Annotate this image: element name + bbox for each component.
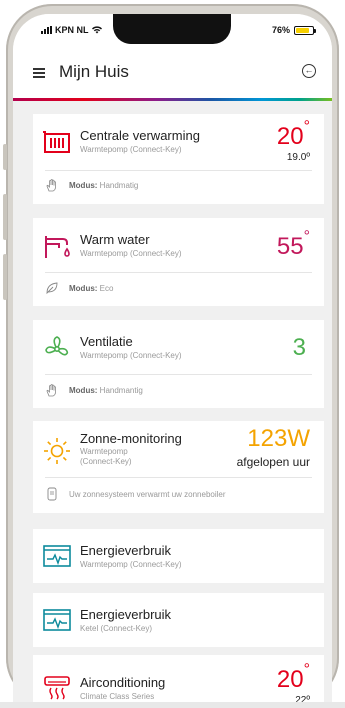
setpoint-temperature: 19.0º <box>286 152 310 163</box>
degree-unit: ° <box>303 118 310 135</box>
info-row: Uw zonnesysteem verwarmt uw zonneboiler <box>45 487 226 501</box>
card-airconditioning[interactable]: Airconditioning Climate Class Series 20°… <box>33 655 324 704</box>
radiator-icon <box>43 131 70 153</box>
degree-unit: ° <box>303 661 310 678</box>
card-subtitle: Warmtepomp (Connect-Key) <box>80 351 182 360</box>
aircon-icon <box>44 676 70 700</box>
solar-period-label: afgelopen uur <box>236 455 310 469</box>
status-left: KPN NL <box>41 25 102 35</box>
mode-label: Modus: <box>69 385 98 395</box>
phone-screen: KPN NL 76% Mijn Huis ← Centrale verwarmi… <box>13 14 332 704</box>
card-energy-boiler[interactable]: Energieverbruik Ketel (Connect-Key) <box>33 593 324 647</box>
status-right: 76% <box>271 25 316 35</box>
card-divider <box>45 477 312 478</box>
card-hot-water[interactable]: Warm water Warmtepomp (Connect-Key) 55° … <box>33 218 324 306</box>
app-bar: Mijn Huis ← <box>13 50 332 98</box>
mode-value: Eco <box>99 283 114 293</box>
current-temperature: 20° <box>276 118 310 151</box>
water-temperature: 55° <box>276 228 310 261</box>
card-subtitle: Warmtepomp (Connect-Key) <box>80 560 182 569</box>
faucet-icon <box>45 236 70 258</box>
card-divider <box>45 170 312 171</box>
leaf-icon <box>46 282 58 295</box>
solar-info-text: Uw zonnesysteem verwarmt uw zonneboiler <box>69 489 226 499</box>
card-divider <box>45 374 312 375</box>
card-subtitle: Ketel (Connect-Key) <box>80 624 153 633</box>
battery-percent: 76% <box>271 25 290 35</box>
card-subtitle-line-2: (Connect-Key) <box>80 457 132 466</box>
card-title: Centrale verwarming <box>80 128 200 143</box>
mode-row: Modus: Eco <box>45 281 113 295</box>
card-solar-monitoring[interactable]: Zonne-monitoring Warmtepomp (Connect-Key… <box>33 421 324 513</box>
wifi-icon <box>91 26 102 34</box>
card-title: Zonne-monitoring <box>80 431 182 446</box>
card-central-heating[interactable]: Centrale verwarming Warmtepomp (Connect-… <box>33 114 324 204</box>
temperature-value: 20 <box>276 666 304 693</box>
card-subtitle: Warmtepomp (Connect-Key) <box>80 145 182 154</box>
hand-icon <box>46 384 56 397</box>
energy-monitor-icon <box>43 609 71 631</box>
volume-up-button <box>3 194 7 240</box>
volume-down-button <box>3 254 7 300</box>
notch <box>113 14 231 44</box>
carrier-name: KPN NL <box>55 25 89 35</box>
mode-row: Modus: Handmantig <box>45 383 143 397</box>
mute-switch <box>3 144 7 170</box>
card-title: Ventilatie <box>80 334 133 349</box>
signal-icon <box>41 26 52 34</box>
card-subtitle-line-1: Warmtepomp <box>80 447 128 456</box>
mode-label: Modus: <box>69 180 98 190</box>
energy-monitor-icon <box>43 545 71 567</box>
boiler-icon <box>47 487 57 501</box>
battery-icon <box>294 25 316 35</box>
card-title: Warm water <box>80 232 150 247</box>
card-title: Energieverbruik <box>80 607 172 622</box>
ventilation-level: 3 <box>292 334 306 361</box>
card-title: Airconditioning <box>80 675 166 690</box>
temperature-value: 20 <box>276 123 304 150</box>
sun-icon <box>44 438 70 464</box>
current-temperature: 20° <box>276 661 310 694</box>
brand-supergraphic <box>13 98 332 101</box>
page-title: Mijn Huis <box>59 62 129 81</box>
solar-power-value: 123W <box>247 425 310 452</box>
fan-icon <box>45 336 69 356</box>
hamburger-menu-icon[interactable] <box>33 68 45 78</box>
card-subtitle: Warmtepomp (Connect-Key) <box>80 249 182 258</box>
card-divider <box>45 272 312 273</box>
temperature-value: 55 <box>276 233 304 260</box>
card-ventilation[interactable]: Ventilatie Warmtepomp (Connect-Key) 3 Mo… <box>33 320 324 408</box>
card-subtitle: Climate Class Series <box>80 692 155 701</box>
home-switch-icon[interactable]: ← <box>302 64 316 78</box>
degree-unit: ° <box>303 228 310 245</box>
hand-icon <box>46 179 56 192</box>
card-energy-heatpump[interactable]: Energieverbruik Warmtepomp (Connect-Key) <box>33 529 324 583</box>
mode-value: Handmantig <box>99 385 143 395</box>
mode-label: Modus: <box>69 283 98 293</box>
mode-row: Modus: Handmatig <box>45 178 138 192</box>
card-title: Energieverbruik <box>80 543 172 558</box>
mode-value: Handmatig <box>99 180 139 190</box>
bottom-strip <box>0 702 345 708</box>
